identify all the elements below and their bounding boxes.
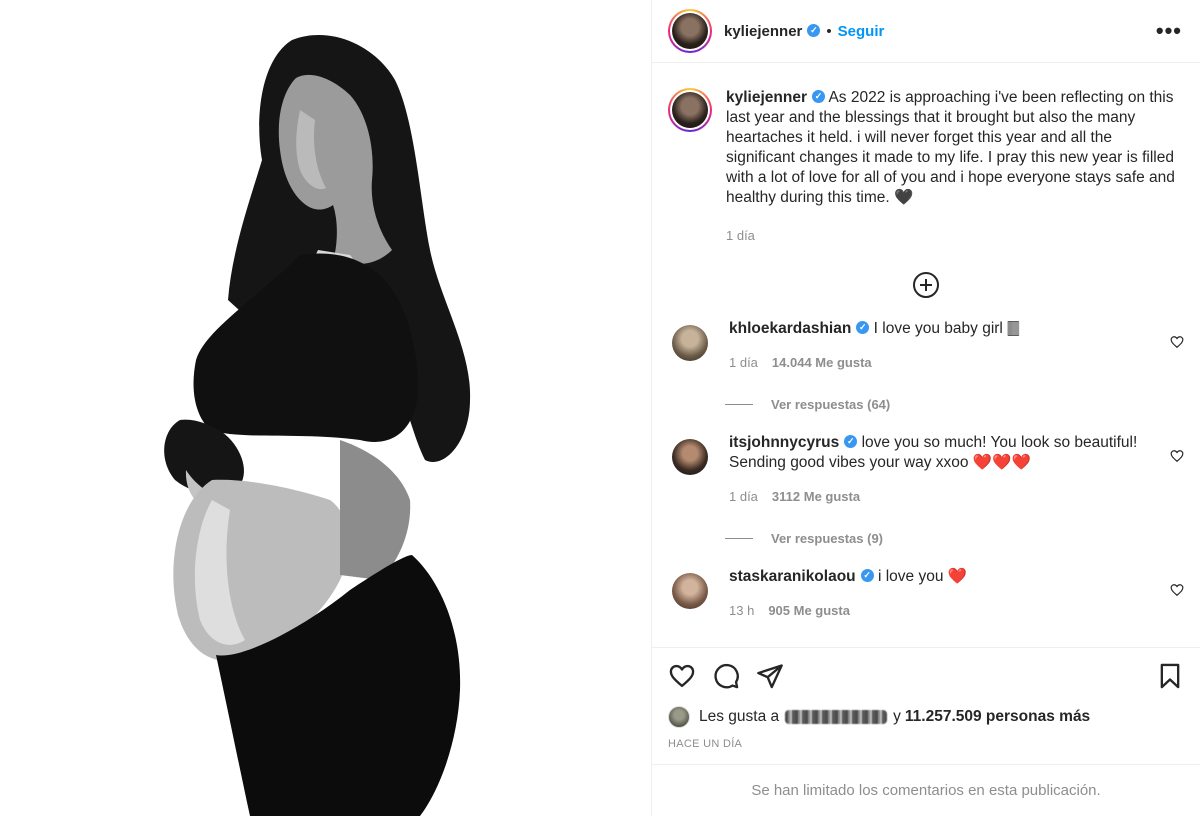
- follow-button[interactable]: Seguir: [838, 23, 885, 40]
- likes-connector: y: [893, 708, 901, 725]
- like-comment-heart-icon[interactable]: [1170, 449, 1184, 463]
- post-actions: Les gusta a y 11.257.509 personas más HA…: [652, 647, 1200, 764]
- post-view: kyliejenner ✓ • Seguir ••• kyliejenner ✓ …: [0, 0, 1200, 816]
- likes-summary[interactable]: Les gusta a y 11.257.509 personas más: [668, 706, 1184, 728]
- comment-likes[interactable]: 3112 Me gusta: [772, 489, 860, 504]
- comment-time[interactable]: 1 día: [729, 355, 758, 370]
- comment-item: khloekardashian ✓ I love you baby girl 🀫 …: [668, 319, 1184, 373]
- bookmark-icon[interactable]: [1156, 662, 1184, 690]
- comment-text: I love you baby girl 🀫: [873, 320, 1020, 337]
- post-timestamp[interactable]: HACE UN DÍA: [668, 738, 1184, 750]
- more-icon[interactable]: •••: [1156, 18, 1182, 44]
- separator-dot: •: [826, 22, 832, 40]
- view-replies-label[interactable]: Ver respuestas (9): [771, 531, 883, 546]
- comment-item: itsjohnnycyrus ✓ love you so much! You lo…: [668, 433, 1184, 507]
- comment-avatar[interactable]: [672, 573, 708, 609]
- comment-likes[interactable]: 14.044 Me gusta: [772, 355, 872, 370]
- comments-list[interactable]: kyliejenner ✓ As 2022 is approaching i've…: [652, 64, 1200, 646]
- post-header: kyliejenner ✓ • Seguir •••: [652, 0, 1200, 63]
- verified-icon: ✓: [807, 23, 821, 37]
- like-comment-heart-icon[interactable]: [1170, 335, 1184, 349]
- load-more-comments[interactable]: [668, 272, 1184, 298]
- blurred-username[interactable]: [785, 710, 888, 724]
- view-replies[interactable]: Ver respuestas (64): [725, 397, 1184, 412]
- comment-username[interactable]: staskaranikolaou: [729, 568, 856, 585]
- comment-avatar[interactable]: [672, 439, 708, 475]
- author-avatar[interactable]: [668, 9, 712, 53]
- view-replies[interactable]: Ver respuestas (9): [725, 531, 1184, 546]
- verified-icon: ✓: [812, 90, 825, 104]
- comment-text: i love you ❤️: [877, 568, 968, 585]
- post-photo: [0, 0, 651, 816]
- heart-icon[interactable]: [668, 662, 696, 690]
- comment-time[interactable]: 13 h: [729, 603, 754, 618]
- comment-item: staskaranikolaou ✓ i love you ❤️ 13 h 905 …: [668, 567, 1184, 621]
- liker-avatar[interactable]: [668, 706, 690, 728]
- pregnant-silhouette-image: [0, 0, 651, 816]
- view-replies-label[interactable]: Ver respuestas (64): [771, 397, 890, 412]
- add-circle-icon[interactable]: [913, 272, 939, 298]
- share-icon[interactable]: [756, 662, 784, 690]
- post-caption: kyliejenner ✓ As 2022 is approaching i've…: [668, 88, 1184, 246]
- caption-time[interactable]: 1 día: [726, 228, 755, 243]
- comment-username[interactable]: khloekardashian: [729, 320, 851, 337]
- comments-limited-notice: Se han limitado los comentarios en esta …: [652, 764, 1200, 816]
- verified-icon: ✓: [856, 321, 870, 335]
- comment-likes[interactable]: 905 Me gusta: [768, 603, 850, 618]
- verified-icon: ✓: [844, 435, 858, 449]
- comment-time[interactable]: 1 día: [729, 489, 758, 504]
- comment-avatar[interactable]: [672, 325, 708, 361]
- verified-icon: ✓: [860, 569, 874, 583]
- likes-prefix: Les gusta a: [699, 708, 780, 725]
- likes-count[interactable]: 11.257.509 personas más: [905, 708, 1090, 726]
- like-comment-heart-icon[interactable]: [1170, 583, 1184, 597]
- author-username[interactable]: kyliejenner: [724, 23, 802, 40]
- caption-text: As 2022 is approaching i've been reflect…: [726, 89, 1175, 206]
- caption-avatar[interactable]: [668, 88, 712, 132]
- comment-icon[interactable]: [712, 662, 740, 690]
- comment-username[interactable]: itsjohnnycyrus: [729, 434, 839, 451]
- caption-username[interactable]: kyliejenner: [726, 89, 807, 106]
- post-side-panel: kyliejenner ✓ • Seguir ••• kyliejenner ✓ …: [651, 0, 1200, 816]
